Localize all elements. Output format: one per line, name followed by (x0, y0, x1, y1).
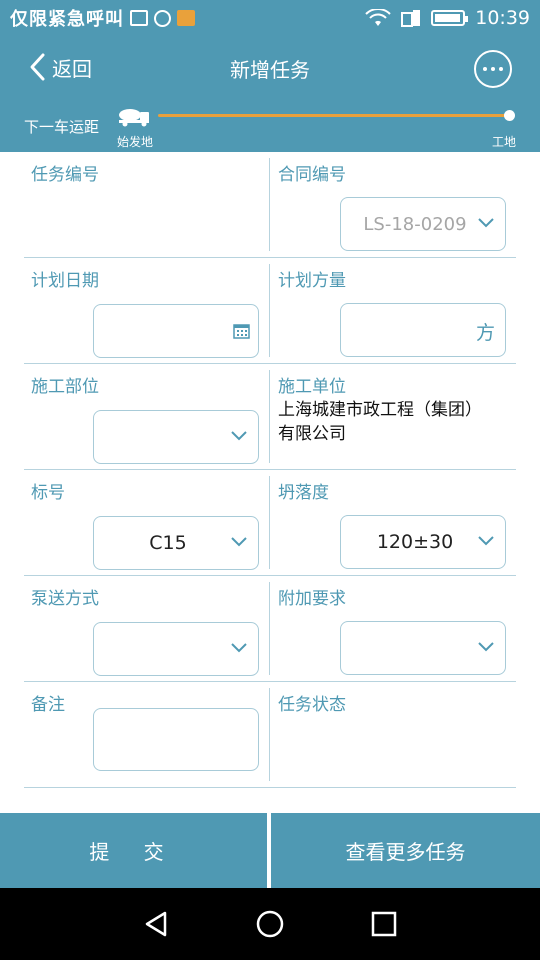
settings-icon (154, 9, 171, 27)
extra-req-select[interactable] (340, 621, 506, 675)
recents-square-icon[interactable] (369, 909, 399, 939)
app-notification-icon (177, 10, 195, 26)
remark-cell: 备注 (24, 688, 270, 781)
sim-icon (401, 10, 421, 27)
distance-progress: 下一车运距 始发地 工地 (0, 100, 540, 152)
more-dot (499, 67, 503, 71)
chevron-down-icon (478, 642, 494, 652)
pump-method-cell: 泵送方式 (24, 582, 270, 676)
plan-date-label: 计划日期 (31, 271, 99, 291)
more-dot (491, 67, 495, 71)
remark-label: 备注 (31, 695, 65, 715)
page-title: 新增任务 (230, 58, 310, 82)
pump-method-select[interactable] (93, 622, 259, 676)
bottom-action-bar: 提 交 查看更多任务 (0, 813, 540, 888)
contract-no-label: 合同编号 (278, 165, 346, 185)
construction-unit-value: 上海城建市政工程（集团）有限公司 (278, 400, 482, 444)
construction-part-cell: 施工部位 (24, 370, 270, 464)
construction-part-label: 施工部位 (31, 377, 99, 397)
slump-select[interactable]: 120±30 (340, 515, 506, 569)
status-bar: 仅限紧急呼叫 10:39 (0, 0, 540, 36)
contract-no-cell: 合同编号 LS-18-0209 (270, 152, 516, 257)
grade-cell: 标号 C15 (24, 476, 270, 570)
form-row: 计划日期 计划方量 方 (24, 258, 516, 364)
form-row: 标号 C15 坍落度 120±30 (24, 470, 516, 576)
extra-req-label: 附加要求 (278, 589, 346, 609)
home-circle-icon[interactable] (255, 909, 285, 939)
app-header: 返回 新增任务 (0, 36, 540, 100)
mixer-truck-icon (119, 109, 149, 127)
chevron-down-icon (231, 537, 247, 547)
notification-icons (130, 9, 195, 27)
construction-part-select[interactable] (93, 410, 259, 464)
system-nav-bar (0, 888, 540, 960)
form-row: 备注 任务状态 (24, 682, 516, 788)
remark-textarea[interactable] (93, 708, 259, 771)
slump-label: 坍落度 (278, 483, 329, 503)
grade-label: 标号 (31, 483, 65, 503)
task-no-label: 任务编号 (31, 165, 99, 185)
back-triangle-icon[interactable] (141, 909, 171, 939)
contract-no-select[interactable]: LS-18-0209 (340, 197, 506, 251)
form-row: 施工部位 施工单位 上海城建市政工程（集团）有限公司 (24, 364, 516, 470)
progress-handle (504, 110, 515, 121)
wifi-icon (365, 9, 391, 26)
chevron-down-icon (478, 218, 494, 228)
task-form: 任务编号 合同编号 LS-18-0209 计划日期 计划方量 方 施工部位 施工… (24, 152, 516, 788)
plan-volume-label: 计划方量 (278, 271, 346, 291)
task-status-label: 任务状态 (278, 695, 346, 715)
start-label: 始发地 (117, 135, 154, 149)
calendar-icon (233, 324, 250, 339)
form-row: 任务编号 合同编号 LS-18-0209 (24, 152, 516, 258)
slump-cell: 坍落度 120±30 (270, 470, 516, 575)
plan-volume-cell: 计划方量 方 (270, 258, 516, 363)
plan-date-cell: 计划日期 (24, 264, 270, 358)
plan-volume-input[interactable]: 方 (340, 303, 506, 357)
extra-req-cell: 附加要求 (270, 576, 516, 681)
pump-method-label: 泵送方式 (31, 589, 99, 609)
plan-date-field[interactable] (93, 304, 259, 358)
clock: 10:39 (475, 7, 530, 29)
form-row: 泵送方式 附加要求 (24, 576, 516, 682)
task-no-cell: 任务编号 (24, 158, 270, 251)
progress-track (158, 114, 510, 117)
construction-unit-cell: 施工单位 上海城建市政工程（集团）有限公司 (270, 364, 516, 469)
more-options-button[interactable] (474, 50, 512, 88)
grade-select[interactable]: C15 (93, 516, 259, 570)
chevron-down-icon (478, 536, 494, 546)
chevron-down-icon (231, 643, 247, 653)
carrier-text: 仅限紧急呼叫 (10, 9, 124, 30)
more-dot (483, 67, 487, 71)
view-more-tasks-button[interactable]: 查看更多任务 (271, 813, 540, 888)
progress-label: 下一车运距 (24, 118, 100, 136)
image-icon (130, 10, 148, 26)
chevron-down-icon (231, 431, 247, 441)
end-label: 工地 (491, 135, 516, 149)
task-status-cell: 任务状态 (270, 682, 516, 787)
battery-icon (431, 10, 469, 26)
construction-unit-label: 施工单位 (278, 377, 346, 397)
volume-unit: 方 (475, 322, 495, 344)
submit-button[interactable]: 提 交 (0, 813, 267, 888)
